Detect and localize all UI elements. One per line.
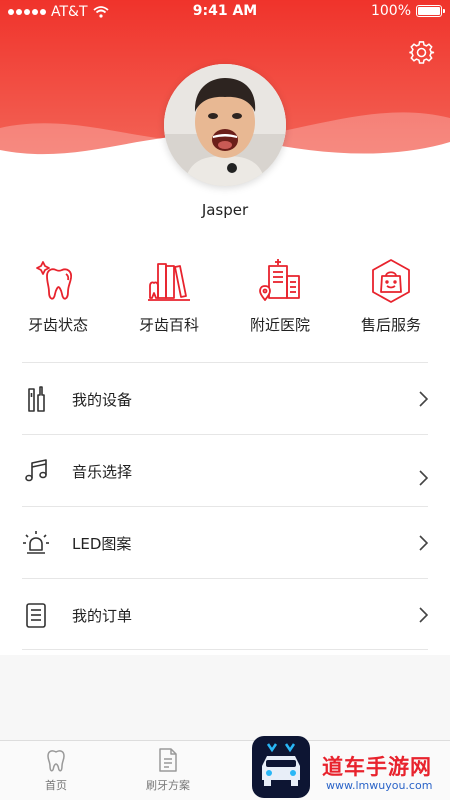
avatar-photo — [164, 64, 286, 186]
music-note-icon — [25, 459, 47, 482]
quick-action-tooth-status[interactable]: 牙齿状态 — [8, 258, 108, 335]
watermark-text: 道车手游网 — [322, 755, 432, 779]
quick-action-tooth-wiki[interactable]: 牙齿百科 — [119, 258, 219, 335]
menu-item-label: 我的设备 — [72, 391, 133, 409]
chevron-right-icon — [419, 535, 428, 551]
status-bar: AT&T 9:41 AM 100% — [0, 0, 450, 24]
quick-action-label: 附近医院 — [249, 316, 310, 334]
watermark-app-logo — [252, 736, 310, 798]
menu-item-label: 音乐选择 — [72, 463, 133, 481]
battery-percent: 100% — [370, 3, 411, 19]
menu-item-led-pattern[interactable]: LED图案 — [22, 506, 428, 578]
service-bag-icon — [372, 259, 410, 303]
watermark-url: www.lmwuyou.com — [326, 779, 433, 792]
books-icon — [148, 263, 190, 301]
menu-item-music-select[interactable]: 音乐选择 — [22, 434, 428, 506]
username: Jasper — [201, 201, 249, 219]
chevron-right-icon — [419, 607, 428, 623]
order-list-icon — [26, 603, 46, 628]
quick-action-label: 售后服务 — [360, 316, 421, 334]
car-logo-icon — [262, 743, 300, 786]
toothbrush-device-icon — [28, 386, 45, 412]
document-icon — [159, 748, 177, 772]
led-bulb-icon — [23, 531, 49, 554]
chevron-right-icon — [419, 391, 428, 407]
quick-action-nearby-hospital[interactable]: 附近医院 — [230, 258, 330, 335]
menu-item-my-orders[interactable]: 我的订单 — [22, 578, 428, 650]
tab-home[interactable]: 首页 — [16, 747, 96, 793]
tab-label: 首页 — [45, 779, 67, 792]
hospital-icon — [259, 259, 300, 301]
settings-gear-icon[interactable] — [409, 40, 435, 66]
quick-action-after-sales[interactable]: 售后服务 — [341, 258, 441, 335]
tooth-home-icon — [47, 750, 65, 772]
chevron-right-icon — [419, 470, 428, 486]
menu-list: 我的设备 音乐选择 LED图案 我的订单 — [0, 362, 450, 650]
menu-item-label: LED图案 — [72, 535, 132, 553]
tooth-icon — [36, 261, 73, 300]
quick-action-label: 牙齿状态 — [27, 316, 88, 334]
avatar[interactable] — [164, 64, 286, 186]
tab-brushing-plan[interactable]: 刷牙方案 — [128, 747, 208, 793]
quick-action-label: 牙齿百科 — [138, 316, 199, 334]
menu-item-my-device[interactable]: 我的设备 — [22, 362, 428, 434]
battery-icon — [416, 5, 445, 17]
menu-item-label: 我的订单 — [72, 607, 133, 625]
watermark: 道车手游网 www.lmwuyou.com — [322, 751, 432, 792]
tab-label: 刷牙方案 — [146, 779, 190, 792]
